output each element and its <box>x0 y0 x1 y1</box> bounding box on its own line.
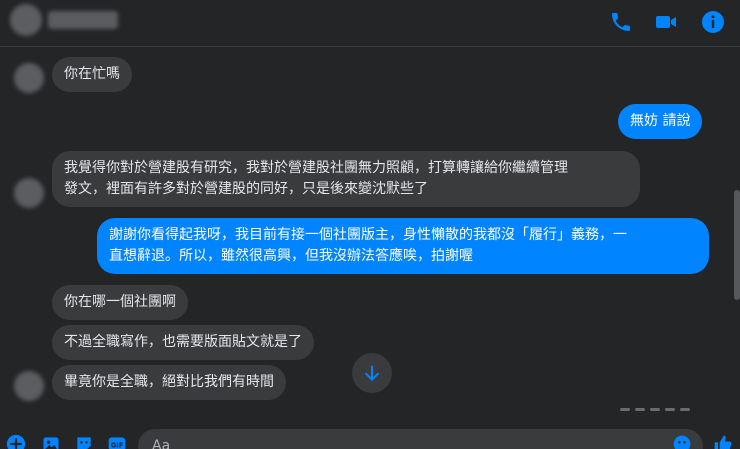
sticker-icon <box>77 437 91 449</box>
sticker-button[interactable] <box>73 433 95 449</box>
more-actions-button[interactable] <box>5 433 27 449</box>
sender-avatar[interactable] <box>14 63 44 93</box>
like-icon <box>714 435 732 449</box>
emoji-button[interactable] <box>671 433 693 449</box>
conversation-info-button[interactable] <box>699 8 727 36</box>
phone-icon <box>612 13 630 31</box>
message-bubble-received: 畢竟你是全職，絕對比我們有時間 <box>52 365 286 400</box>
message-input[interactable] <box>138 429 703 449</box>
conversation-header <box>0 0 740 47</box>
message-bubble-sent: 無妨 請說 <box>618 104 703 139</box>
contact-name-redacted[interactable] <box>48 11 118 29</box>
gif-button[interactable]: GIF <box>106 433 128 449</box>
attach-photo-button[interactable] <box>40 433 62 449</box>
info-icon <box>702 11 724 33</box>
sender-avatar[interactable] <box>14 371 44 401</box>
plus-circle-icon <box>6 434 26 449</box>
call-button[interactable] <box>607 8 635 36</box>
message-bubble-received: 你在忙嗎 <box>52 57 132 92</box>
message-bubble-received: 你在哪一個社團啊 <box>52 285 188 320</box>
photo-icon <box>43 437 59 449</box>
gif-icon: GIF <box>108 437 126 449</box>
message-bubble-received: 不過全職寫作，也需要版面貼文就是了 <box>52 325 314 360</box>
message-composer: GIF <box>0 426 740 449</box>
video-call-button[interactable] <box>652 8 680 36</box>
svg-text:GIF: GIF <box>111 441 124 449</box>
sender-avatar[interactable] <box>14 178 44 208</box>
like-button[interactable] <box>712 433 734 449</box>
seen-avatars <box>620 405 710 413</box>
message-bubble-received: 我覺得你對於營建股有研究，我對於營建股社團無力照顧，打算轉讓給你繼續管理 發文，… <box>52 151 640 207</box>
contact-avatar[interactable] <box>10 4 42 36</box>
scroll-to-bottom-button[interactable] <box>352 353 392 393</box>
message-list-scrollbar[interactable] <box>734 190 740 300</box>
arrow-down-icon <box>365 365 379 381</box>
video-camera-icon <box>656 16 676 28</box>
emoji-icon <box>673 435 691 449</box>
message-bubble-sent: 謝謝你看得起我呀，我目前有接一個社團版主，身性懶散的我都沒「履行」義務，一 直想… <box>97 218 709 274</box>
